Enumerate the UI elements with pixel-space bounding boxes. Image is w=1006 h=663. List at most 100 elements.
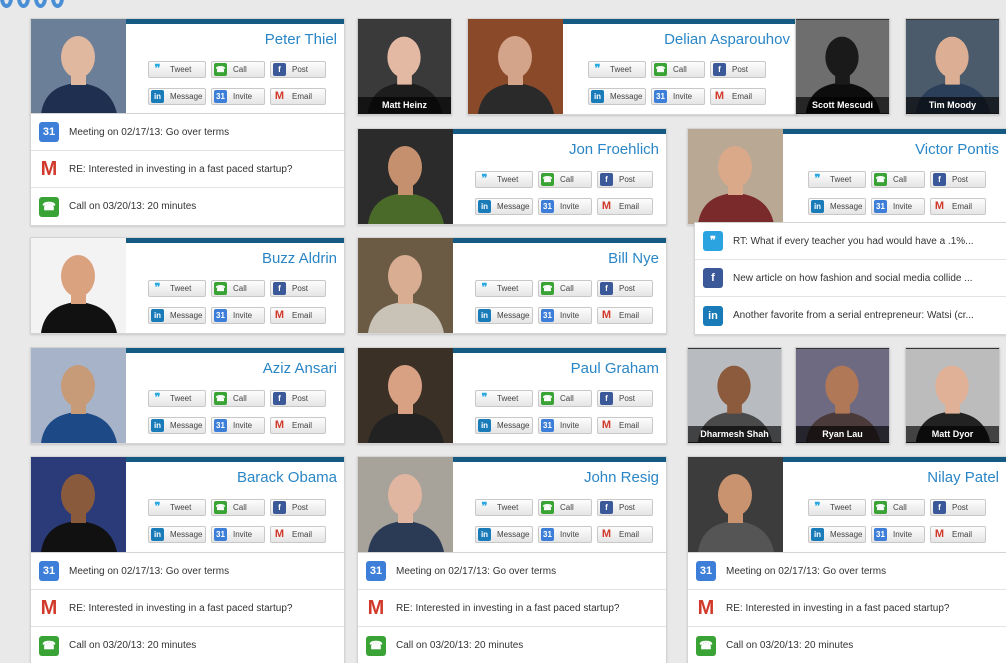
tweet-button[interactable]: ❞ Tweet (808, 499, 866, 516)
feed-item[interactable]: in Another favorite from a serial entrepr… (695, 297, 1006, 334)
call-button[interactable]: ☎ Call (211, 390, 265, 407)
post-button[interactable]: f Post (597, 499, 653, 516)
invite-button[interactable]: 31 Invite (211, 417, 265, 434)
contact-photo[interactable] (468, 19, 563, 114)
tweet-button[interactable]: ❞ Tweet (475, 499, 533, 516)
invite-button[interactable]: 31 Invite (211, 88, 265, 105)
feed-item[interactable]: 31 Meeting on 02/17/13: Go over terms (31, 114, 344, 151)
contact-name[interactable]: Nilay Patel (927, 469, 999, 486)
invite-button[interactable]: 31 Invite (211, 526, 265, 543)
contact-photo[interactable] (688, 457, 783, 552)
call-button[interactable]: ☎ Call (651, 61, 705, 78)
post-button[interactable]: f Post (597, 390, 653, 407)
contact-photo[interactable] (358, 457, 453, 552)
call-button[interactable]: ☎ Call (211, 61, 265, 78)
email-button[interactable]: M Email (270, 417, 326, 434)
contact-photo[interactable] (31, 19, 126, 114)
message-button[interactable]: in Message (475, 307, 533, 324)
feed-item[interactable]: ❞ RT: What if every teacher you had would… (695, 223, 1006, 260)
tweet-button[interactable]: ❞ Tweet (148, 499, 206, 516)
email-button[interactable]: M Email (270, 307, 326, 324)
person-tile[interactable]: Tim Moody (905, 18, 1000, 115)
tweet-button[interactable]: ❞ Tweet (475, 171, 533, 188)
post-button[interactable]: f Post (597, 171, 653, 188)
contact-photo[interactable] (358, 129, 453, 224)
call-button[interactable]: ☎ Call (871, 171, 925, 188)
call-button[interactable]: ☎ Call (871, 499, 925, 516)
message-button[interactable]: in Message (148, 307, 206, 324)
message-button[interactable]: in Message (808, 526, 866, 543)
person-tile[interactable]: Matt Dyor (905, 347, 1000, 444)
message-button[interactable]: in Message (148, 417, 206, 434)
contact-name[interactable]: Bill Nye (608, 250, 659, 267)
person-tile[interactable]: Dharmesh Shah (687, 347, 782, 444)
post-button[interactable]: f Post (930, 171, 986, 188)
feed-item[interactable]: ☎ Call on 03/20/13: 20 minutes (358, 627, 666, 663)
email-button[interactable]: M Email (270, 526, 326, 543)
tweet-button[interactable]: ❞ Tweet (148, 61, 206, 78)
person-tile[interactable]: Scott Mescudi (795, 18, 890, 115)
feed-item[interactable]: ☎ Call on 03/20/13: 20 minutes (31, 627, 344, 663)
post-button[interactable]: f Post (597, 280, 653, 297)
message-button[interactable]: in Message (475, 198, 533, 215)
person-tile[interactable]: Ryan Lau (795, 347, 890, 444)
call-button[interactable]: ☎ Call (538, 280, 592, 297)
invite-button[interactable]: 31 Invite (871, 526, 925, 543)
contact-name[interactable]: Aziz Ansari (263, 360, 337, 377)
post-button[interactable]: f Post (270, 61, 326, 78)
email-button[interactable]: M Email (710, 88, 766, 105)
message-button[interactable]: in Message (475, 526, 533, 543)
feed-item[interactable]: M RE: Interested in investing in a fast p… (688, 590, 1006, 627)
contact-photo[interactable] (31, 238, 126, 333)
contact-name[interactable]: John Resig (584, 469, 659, 486)
invite-button[interactable]: 31 Invite (538, 526, 592, 543)
invite-button[interactable]: 31 Invite (211, 307, 265, 324)
contact-photo[interactable] (358, 348, 453, 443)
call-button[interactable]: ☎ Call (211, 499, 265, 516)
email-button[interactable]: M Email (930, 526, 986, 543)
email-button[interactable]: M Email (597, 307, 653, 324)
email-button[interactable]: M Email (597, 417, 653, 434)
email-button[interactable]: M Email (597, 198, 653, 215)
tweet-button[interactable]: ❞ Tweet (588, 61, 646, 78)
contact-photo[interactable] (31, 457, 126, 552)
email-button[interactable]: M Email (597, 526, 653, 543)
message-button[interactable]: in Message (475, 417, 533, 434)
tweet-button[interactable]: ❞ Tweet (808, 171, 866, 188)
tweet-button[interactable]: ❞ Tweet (148, 390, 206, 407)
feed-item[interactable]: f New article on how fashion and social m… (695, 260, 1006, 297)
contact-photo[interactable] (358, 238, 453, 333)
tweet-button[interactable]: ❞ Tweet (148, 280, 206, 297)
message-button[interactable]: in Message (148, 526, 206, 543)
feed-item[interactable]: 31 Meeting on 02/17/13: Go over terms (358, 553, 666, 590)
feed-item[interactable]: M RE: Interested in investing in a fast p… (31, 151, 344, 188)
person-tile[interactable]: Matt Heinz (357, 18, 452, 115)
contact-photo[interactable] (688, 129, 783, 224)
call-button[interactable]: ☎ Call (211, 280, 265, 297)
feed-item[interactable]: 31 Meeting on 02/17/13: Go over terms (31, 553, 344, 590)
feed-item[interactable]: 31 Meeting on 02/17/13: Go over terms (688, 553, 1006, 590)
tweet-button[interactable]: ❞ Tweet (475, 390, 533, 407)
contact-name[interactable]: Buzz Aldrin (262, 250, 337, 267)
post-button[interactable]: f Post (270, 280, 326, 297)
invite-button[interactable]: 31 Invite (538, 417, 592, 434)
email-button[interactable]: M Email (270, 88, 326, 105)
contact-name[interactable]: Peter Thiel (265, 31, 337, 48)
tweet-button[interactable]: ❞ Tweet (475, 280, 533, 297)
invite-button[interactable]: 31 Invite (871, 198, 925, 215)
post-button[interactable]: f Post (270, 390, 326, 407)
contact-name[interactable]: Victor Pontis (915, 141, 999, 158)
invite-button[interactable]: 31 Invite (538, 198, 592, 215)
message-button[interactable]: in Message (148, 88, 206, 105)
post-button[interactable]: f Post (930, 499, 986, 516)
feed-item[interactable]: M RE: Interested in investing in a fast p… (358, 590, 666, 627)
post-button[interactable]: f Post (270, 499, 326, 516)
feed-item[interactable]: ☎ Call on 03/20/13: 20 minutes (31, 188, 344, 225)
call-button[interactable]: ☎ Call (538, 499, 592, 516)
message-button[interactable]: in Message (808, 198, 866, 215)
call-button[interactable]: ☎ Call (538, 390, 592, 407)
post-button[interactable]: f Post (710, 61, 766, 78)
feed-item[interactable]: M RE: Interested in investing in a fast p… (31, 590, 344, 627)
invite-button[interactable]: 31 Invite (538, 307, 592, 324)
contact-name[interactable]: Paul Graham (571, 360, 659, 377)
